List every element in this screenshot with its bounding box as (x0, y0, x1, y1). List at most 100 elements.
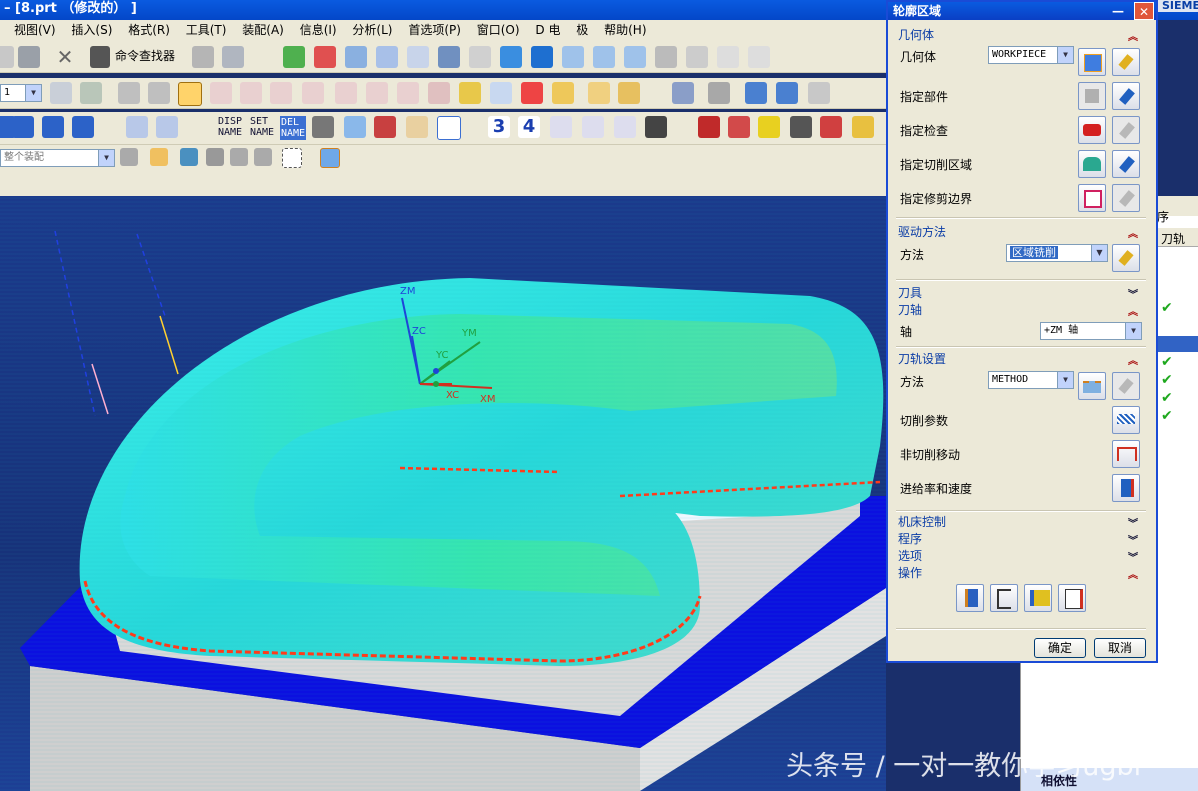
show-path-icon[interactable] (344, 116, 366, 138)
disp-name-button[interactable]: DISP NAME (218, 116, 242, 138)
part-navigator-icon[interactable] (320, 148, 340, 168)
wcs-rotate-icon[interactable] (240, 82, 262, 104)
tool-holder-icon[interactable] (312, 116, 334, 138)
zoom-window-icon[interactable] (345, 46, 367, 68)
new-geometry-button[interactable] (1078, 48, 1106, 76)
floor-icon[interactable] (614, 116, 636, 138)
select-icon[interactable] (459, 82, 481, 104)
layer-settings-icon[interactable] (50, 82, 72, 104)
orient-tool-icon[interactable] (776, 82, 798, 104)
simulate-icon[interactable] (820, 116, 842, 138)
fit-icon[interactable] (314, 46, 336, 68)
tool-change-icon[interactable] (374, 116, 396, 138)
specify-part-button[interactable] (1078, 82, 1106, 110)
non-cutting-moves-button[interactable] (1112, 440, 1140, 468)
zoom-icon[interactable] (376, 46, 398, 68)
shaded-icon[interactable] (500, 46, 522, 68)
wcs-save-icon[interactable] (397, 82, 419, 104)
section-program[interactable]: 程序 (898, 530, 922, 547)
postprocess-icon[interactable] (698, 116, 720, 138)
specify-trim-button[interactable] (1078, 184, 1106, 212)
menu-info[interactable]: 信息(I) (294, 20, 343, 40)
static-wire-icon[interactable] (624, 46, 646, 68)
edit-method-button[interactable] (1112, 372, 1140, 400)
menu-electrode[interactable]: D 电 (529, 20, 566, 40)
section-tool-axis[interactable]: 刀轴 (898, 301, 922, 318)
snap-filter-icon[interactable] (150, 148, 168, 166)
new-icon[interactable] (0, 46, 14, 68)
replay-icon[interactable] (156, 116, 178, 138)
mill-icon[interactable] (745, 82, 767, 104)
feeds-speeds-button[interactable] (1112, 474, 1140, 502)
chevron-down-icon[interactable]: ︾ (1128, 549, 1138, 564)
transform-icon[interactable] (437, 116, 461, 140)
hidden-line-icon[interactable] (593, 46, 615, 68)
path-method-select[interactable]: METHOD ▼ (988, 371, 1074, 389)
component-icon[interactable] (206, 148, 224, 166)
pan-icon[interactable] (407, 46, 429, 68)
chevron-down-icon[interactable]: ︾ (1128, 515, 1138, 530)
chevron-up-icon[interactable]: ︽ (1128, 352, 1138, 367)
assembly-filter-select[interactable]: 整个装配 ▼ (0, 149, 115, 167)
mate-icon[interactable] (230, 148, 248, 166)
create-geometry-icon[interactable] (42, 116, 64, 138)
menu-view[interactable]: 视图(V) (0, 20, 62, 40)
step-icon[interactable] (582, 116, 604, 138)
shop-doc-icon[interactable] (728, 116, 750, 138)
wcs-csys-icon[interactable] (428, 82, 450, 104)
section-icon[interactable] (686, 46, 708, 68)
minimize-icon[interactable]: — (1112, 2, 1124, 20)
wcs-dynamic-icon[interactable] (178, 82, 202, 106)
profile-icon[interactable] (550, 116, 572, 138)
display-check-button[interactable] (1112, 116, 1140, 144)
display-trim-button[interactable] (1112, 184, 1140, 212)
menu-pole[interactable]: 极 (570, 20, 594, 40)
new-method-button[interactable] (1078, 372, 1106, 400)
undo-icon[interactable] (180, 148, 198, 166)
cancel-button[interactable]: 取消 (1094, 638, 1146, 658)
rectangle-select-icon[interactable] (282, 148, 302, 168)
drive-method-select[interactable]: 区域铣削 ▼ (1006, 244, 1108, 262)
create-tool-icon[interactable] (12, 116, 34, 138)
save-icon[interactable] (18, 46, 40, 68)
chevron-up-icon[interactable]: ︽ (1128, 303, 1138, 318)
drill-icon[interactable] (645, 116, 667, 138)
section-path-settings[interactable]: 刀轨设置 (898, 350, 946, 367)
section-tool[interactable]: 刀具 (898, 284, 922, 301)
chevron-up-icon[interactable]: ︽ (1128, 28, 1138, 43)
section-drive-method[interactable]: 驱动方法 (898, 223, 946, 240)
menu-assembly[interactable]: 装配(A) (236, 20, 290, 40)
menu-tools[interactable]: 工具(T) (180, 20, 233, 40)
edit-geometry-button[interactable] (1112, 48, 1140, 76)
wcs-orient-icon[interactable] (270, 82, 292, 104)
generate-icon[interactable] (126, 116, 148, 138)
rotate-icon[interactable] (438, 46, 460, 68)
wcs-change-icon[interactable] (335, 82, 357, 104)
command-finder-label[interactable]: 命令查找器 (115, 50, 175, 62)
create-method-icon[interactable] (72, 116, 94, 138)
cleanup-icon[interactable] (758, 116, 780, 138)
verify-icon[interactable] (708, 82, 730, 104)
op-4-icon[interactable]: 4 (518, 116, 540, 138)
list-button[interactable] (1058, 584, 1086, 612)
layer-visible-icon[interactable] (80, 82, 102, 104)
menu-help[interactable]: 帮助(H) (598, 20, 652, 40)
assembly-nav-icon[interactable] (120, 148, 138, 166)
measure-icon[interactable] (717, 46, 739, 68)
chevron-up-icon[interactable]: ︽ (1128, 225, 1138, 240)
clip-icon[interactable] (748, 46, 770, 68)
filter-icon[interactable] (490, 82, 512, 104)
move-icon[interactable] (222, 46, 244, 68)
ruler-icon[interactable] (588, 82, 610, 104)
chevron-down-icon[interactable]: ︾ (1128, 286, 1138, 301)
chevron-down-icon[interactable]: ︾ (1128, 532, 1138, 547)
section-actions[interactable]: 操作 (898, 564, 922, 581)
shaded-edges-icon[interactable] (531, 46, 553, 68)
section-geometry[interactable]: 几何体 (898, 26, 934, 43)
wireframe-icon[interactable] (562, 46, 584, 68)
verify-path-icon[interactable] (852, 116, 874, 138)
layer-select[interactable]: 1 ▼ (0, 84, 42, 102)
graphics-viewport[interactable]: ZM ZC YM YC XC XM (0, 196, 886, 791)
column-toolpath[interactable]: 刀轨 (1161, 230, 1185, 247)
op-3-icon[interactable]: 3 (488, 116, 510, 138)
